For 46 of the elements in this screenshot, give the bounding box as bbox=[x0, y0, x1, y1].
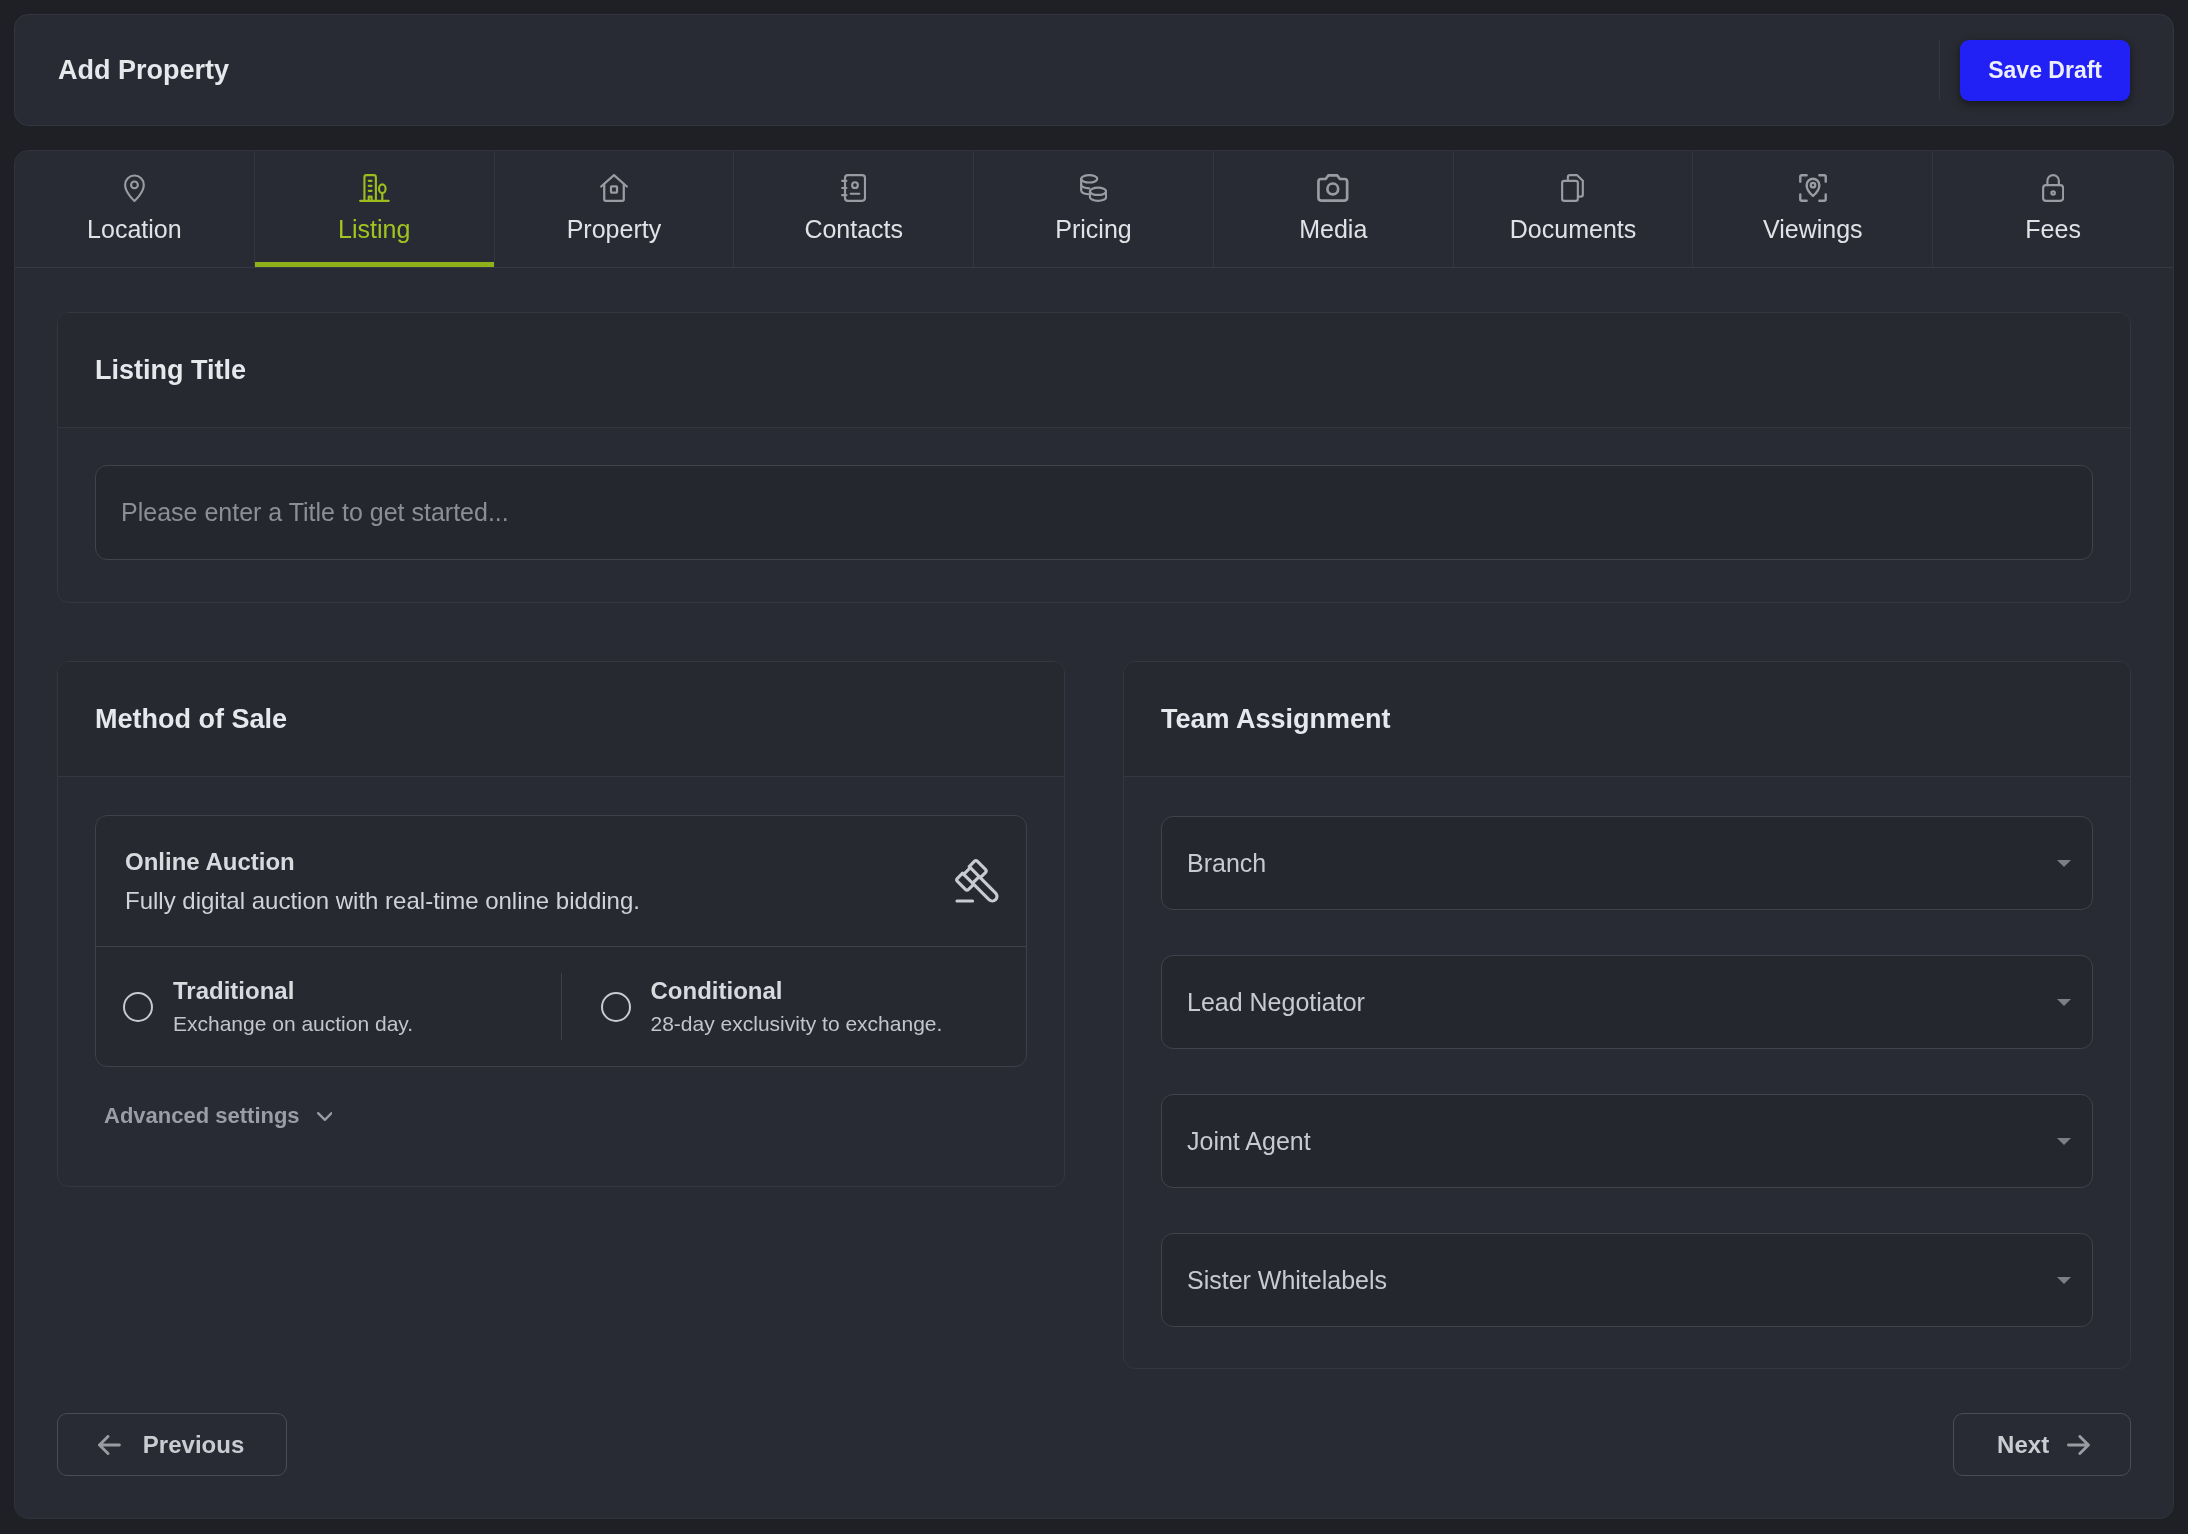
option-title: Online Auction bbox=[125, 846, 296, 877]
tab[interactable]: Location bbox=[15, 151, 255, 267]
option-description: 28-day exclusivity to exchange. bbox=[650, 1010, 943, 1037]
camera-icon bbox=[1317, 174, 1350, 202]
title-input[interactable]: Please enter a Title to get started... bbox=[95, 465, 2093, 560]
padlock-icon bbox=[2041, 174, 2065, 202]
dropdown-field[interactable]: Branch bbox=[1161, 816, 2093, 910]
radio-button[interactable] bbox=[600, 991, 631, 1022]
option-label: Traditional bbox=[173, 975, 296, 1006]
section-title: Team Assignment bbox=[1161, 703, 1391, 735]
tab[interactable]: Listing bbox=[254, 151, 495, 267]
tab[interactable]: Contacts bbox=[734, 151, 975, 267]
tab[interactable]: Viewings bbox=[1693, 151, 1934, 267]
dropdown-field[interactable]: Joint Agent bbox=[1161, 1094, 2093, 1188]
page-title: Add Property bbox=[58, 54, 231, 86]
coins-icon bbox=[1079, 174, 1108, 202]
caret-down-icon bbox=[2057, 1137, 2071, 1145]
advanced-settings-toggle[interactable]: Advanced settings bbox=[104, 1096, 333, 1136]
section-title: Method of Sale bbox=[95, 703, 287, 735]
tab[interactable]: Documents bbox=[1453, 151, 1694, 267]
option-description: Fully digital auction with real-time online bidding. bbox=[125, 885, 640, 916]
arrow-right-icon bbox=[2067, 1434, 2090, 1455]
gavel-icon bbox=[955, 859, 999, 903]
option-label: Conditional bbox=[650, 975, 784, 1006]
dropdown-field[interactable]: Lead Negotiator bbox=[1161, 955, 2093, 1049]
next-button[interactable]: Next bbox=[1953, 1413, 2131, 1476]
save-draft-button[interactable]: Save Draft bbox=[1960, 39, 2130, 101]
arrow-left-icon bbox=[98, 1434, 121, 1455]
tab[interactable]: Pricing bbox=[974, 151, 1214, 267]
focus-pin-icon bbox=[1798, 174, 1827, 202]
caret-down-icon bbox=[2057, 1276, 2071, 1284]
documents-icon bbox=[1561, 174, 1585, 202]
location-pin-icon bbox=[123, 174, 145, 202]
radio-button[interactable] bbox=[123, 991, 153, 1022]
dropdown-field[interactable]: Sister Whitelabels bbox=[1161, 1233, 2093, 1327]
option-description: Exchange on auction day. bbox=[173, 1010, 414, 1037]
building-icon bbox=[358, 174, 390, 202]
caret-down-icon bbox=[2057, 859, 2071, 867]
tab[interactable]: Media bbox=[1213, 151, 1454, 267]
previous-button[interactable]: Previous bbox=[57, 1413, 288, 1476]
house-icon bbox=[599, 174, 628, 202]
tab[interactable]: Fees bbox=[1933, 151, 2173, 267]
caret-down-icon bbox=[2057, 998, 2071, 1006]
tab[interactable]: Property bbox=[494, 151, 735, 267]
contact-book-icon bbox=[841, 174, 867, 202]
section-title: Listing Title bbox=[95, 354, 246, 386]
